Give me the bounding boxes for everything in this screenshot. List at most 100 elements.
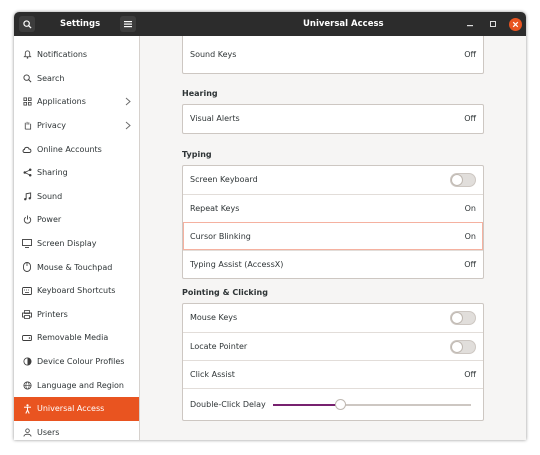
row-label: Mouse Keys xyxy=(190,313,238,322)
sidebar-item-device-colour-profiles[interactable]: Device Colour Profiles xyxy=(14,350,139,374)
row-repeat-keys[interactable]: Repeat Keys On xyxy=(183,194,483,222)
globe-icon xyxy=(22,380,32,390)
row-label: Sound Keys xyxy=(190,50,237,59)
row-click-assist[interactable]: Click Assist Off xyxy=(183,360,483,388)
printer-icon xyxy=(22,309,32,319)
sidebar-item-language-region[interactable]: Language and Region xyxy=(14,373,139,397)
maximize-icon xyxy=(490,21,496,27)
row-typing-assist[interactable]: Typing Assist (AccessX) Off xyxy=(183,250,483,278)
typing-list: Screen Keyboard Repeat Keys On Cursor Bl… xyxy=(182,165,484,279)
sidebar: Notifications Search Applications Privac… xyxy=(14,36,140,440)
typing-heading: Typing xyxy=(182,150,212,159)
sidebar-item-label: Applications xyxy=(37,97,86,107)
sidebar-item-search[interactable]: Search xyxy=(14,67,139,91)
mouse-keys-switch[interactable] xyxy=(450,311,476,325)
double-click-delay-slider[interactable] xyxy=(273,399,471,410)
row-label: Typing Assist (AccessX) xyxy=(190,260,284,269)
sidebar-item-label: Language and Region xyxy=(37,380,125,390)
sidebar-item-label: Notifications xyxy=(37,50,88,60)
header-bar: Settings Universal Access xyxy=(14,12,526,36)
row-cursor-blinking[interactable]: Cursor Blinking On xyxy=(183,222,483,250)
sidebar-item-label: Search xyxy=(37,73,65,83)
locate-pointer-switch[interactable] xyxy=(450,340,476,354)
row-locate-pointer[interactable]: Locate Pointer xyxy=(183,332,483,360)
slider-handle[interactable] xyxy=(335,399,347,410)
sidebar-item-removable-media[interactable]: Removable Media xyxy=(14,326,139,350)
sidebar-item-notifications[interactable]: Notifications xyxy=(14,43,139,67)
sidebar-item-mouse-touchpad[interactable]: Mouse & Touchpad xyxy=(14,255,139,279)
sidebar-item-label: Privacy xyxy=(37,121,66,131)
row-value: Off xyxy=(464,260,476,269)
keyboard-icon xyxy=(22,286,32,296)
row-label: Click Assist xyxy=(190,370,235,379)
row-label: Screen Keyboard xyxy=(190,175,258,184)
sidebar-item-online-accounts[interactable]: Online Accounts xyxy=(14,137,139,161)
sidebar-item-label: Device Colour Profiles xyxy=(37,357,125,367)
sidebar-item-label: Users xyxy=(37,427,60,437)
sidebar-item-label: Power xyxy=(37,215,62,225)
maximize-button[interactable] xyxy=(485,16,501,32)
row-screen-keyboard[interactable]: Screen Keyboard xyxy=(183,166,483,194)
row-value: On xyxy=(464,204,476,213)
sidebar-item-universal-access[interactable]: Universal Access xyxy=(14,396,139,421)
hamburger-menu-icon xyxy=(124,21,132,28)
color-profile-icon xyxy=(22,357,32,367)
music-note-icon xyxy=(22,191,32,201)
hearing-heading: Hearing xyxy=(182,89,218,98)
row-value: Off xyxy=(464,114,476,123)
row-label: Repeat Keys xyxy=(190,204,240,213)
row-double-click-delay: Double-Click Delay xyxy=(183,388,483,420)
settings-window: Settings Universal Access Notifications … xyxy=(14,12,526,440)
minimize-button[interactable] xyxy=(462,16,478,32)
removable-media-icon xyxy=(22,333,32,343)
sidebar-item-applications[interactable]: Applications xyxy=(14,90,139,114)
close-button[interactable] xyxy=(507,16,523,32)
sidebar-item-privacy[interactable]: Privacy xyxy=(14,114,139,138)
slider-fill xyxy=(273,404,341,406)
sidebar-item-screen-display[interactable]: Screen Display xyxy=(14,232,139,256)
sidebar-item-power[interactable]: Power xyxy=(14,208,139,232)
minimize-icon xyxy=(467,25,473,27)
row-label: Visual Alerts xyxy=(190,114,240,123)
sidebar-item-label: Keyboard Shortcuts xyxy=(37,286,116,296)
chevron-right-icon xyxy=(125,121,131,130)
row-label: Cursor Blinking xyxy=(190,232,251,241)
pointing-list: Mouse Keys Locate Pointer Click Assist O… xyxy=(182,303,484,421)
sidebar-item-label: Online Accounts xyxy=(37,144,102,154)
sidebar-item-label: Removable Media xyxy=(37,333,109,343)
close-icon xyxy=(508,17,522,31)
universal-access-panel: Sound Keys Off Hearing Visual Alerts Off… xyxy=(141,36,526,440)
row-value: Off xyxy=(464,50,476,59)
mouse-icon xyxy=(22,262,32,273)
sidebar-item-printers[interactable]: Printers xyxy=(14,303,139,327)
switch-knob xyxy=(451,312,463,324)
switch-knob xyxy=(451,341,463,353)
sidebar-item-label: Screen Display xyxy=(37,239,97,249)
bell-icon xyxy=(22,50,32,60)
row-sound-keys[interactable]: Sound Keys Off xyxy=(183,36,483,73)
hearing-list: Visual Alerts Off xyxy=(182,104,484,134)
sidebar-item-users[interactable]: Users xyxy=(14,421,139,441)
row-label: Double-Click Delay xyxy=(190,400,266,409)
sidebar-item-label: Universal Access xyxy=(37,404,105,414)
hand-privacy-icon xyxy=(22,121,32,131)
sidebar-item-label: Sound xyxy=(37,191,63,201)
row-label: Locate Pointer xyxy=(190,342,248,351)
search-icon xyxy=(22,19,32,29)
row-mouse-keys[interactable]: Mouse Keys xyxy=(183,304,483,332)
sidebar-item-label: Sharing xyxy=(37,168,68,178)
pointing-heading: Pointing & Clicking xyxy=(182,288,268,297)
sidebar-item-sharing[interactable]: Sharing xyxy=(14,161,139,185)
chevron-right-icon xyxy=(125,97,131,106)
sidebar-item-sound[interactable]: Sound xyxy=(14,185,139,209)
screen-keyboard-switch[interactable] xyxy=(450,173,476,187)
sidebar-item-label: Printers xyxy=(37,309,68,319)
search-button[interactable] xyxy=(19,16,35,32)
sidebar-item-keyboard-shortcuts[interactable]: Keyboard Shortcuts xyxy=(14,279,139,303)
users-icon xyxy=(22,427,32,437)
switch-knob xyxy=(451,174,463,186)
row-value: Off xyxy=(464,370,476,379)
row-visual-alerts[interactable]: Visual Alerts Off xyxy=(183,105,483,133)
menu-button[interactable] xyxy=(120,16,136,32)
sidebar-item-label: Mouse & Touchpad xyxy=(37,262,113,272)
